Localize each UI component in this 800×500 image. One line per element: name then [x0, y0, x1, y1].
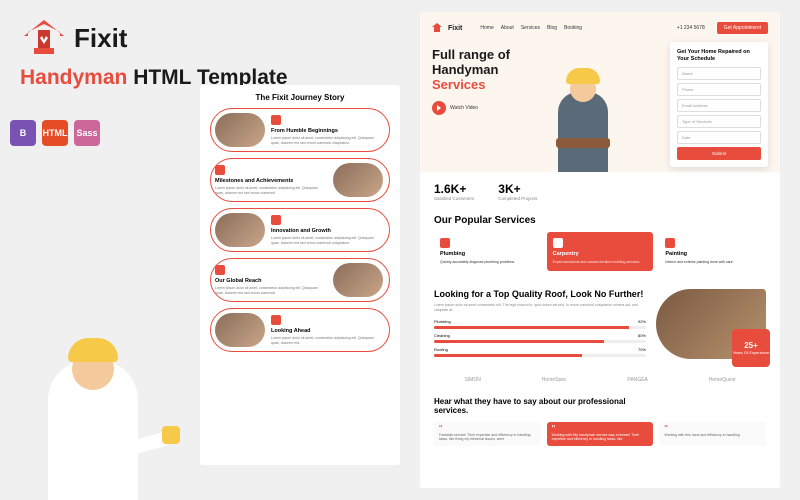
nav-logo-icon	[432, 23, 442, 33]
story-title: The Fixit Journey Story	[210, 93, 390, 102]
hero-title: Full range ofHandymanServices	[432, 48, 552, 93]
story-image	[215, 213, 265, 247]
skill-bar: Plumbing92%	[434, 319, 646, 329]
story-image	[215, 113, 265, 147]
story-card: Our Global ReachLorem ipsum dolor sit am…	[210, 258, 390, 302]
brand-name: Fixit	[74, 23, 127, 54]
nav-phone[interactable]: +1 234 5678	[677, 25, 705, 31]
hero-worker-image	[538, 52, 628, 172]
stats-row: 1.6K+Satisfied Customers 3K+Completed Pr…	[420, 172, 780, 211]
roof-section: Looking for a Top Quality Roof, Look No …	[420, 281, 780, 369]
story-icon	[271, 115, 281, 125]
story-image	[215, 313, 265, 347]
appointment-form: Get Your Home Repaired on Your Schedule …	[670, 42, 768, 167]
story-image	[333, 163, 383, 197]
nav-link[interactable]: Home	[480, 25, 493, 31]
story-icon	[271, 315, 281, 325]
stat: 3K+Completed Projects	[498, 182, 537, 201]
nav-brand[interactable]: Fixit	[448, 25, 462, 32]
testimonial-card[interactable]: "Working with this hand and efficiency i…	[659, 422, 766, 446]
story-icon	[215, 165, 225, 175]
submit-button[interactable]: Submit	[677, 147, 761, 160]
brand-logos: SIMON HomeSpec PANGEA HomeQuest	[420, 369, 780, 391]
homepage-preview: Fixit Home About Services Blog Booking +…	[420, 12, 780, 488]
roof-image-wrap: 25+Years Of Experience	[656, 289, 766, 361]
service-card[interactable]: PaintingInterior and exterior painting d…	[659, 232, 766, 271]
testimonial-card[interactable]: "Fantastic service! Their expertise and …	[434, 422, 541, 446]
roof-desc: Lorem ipsum dolor sit amet consectetur e…	[434, 303, 646, 313]
nav-link[interactable]: About	[501, 25, 514, 31]
plumbing-icon	[440, 238, 450, 248]
hero-section: Fixit Home About Services Blog Booking +…	[420, 12, 780, 172]
logo-icon	[20, 18, 68, 58]
roof-title: Looking for a Top Quality Roof, Look No …	[434, 289, 646, 299]
brand-logo: HomeQuest	[709, 377, 736, 383]
nav-link[interactable]: Services	[521, 25, 540, 31]
sass-badge: Sass	[74, 120, 100, 146]
bootstrap-badge: B	[10, 120, 36, 146]
top-nav: Fixit Home About Services Blog Booking +…	[432, 22, 768, 34]
form-title: Get Your Home Repaired on Your Schedule	[677, 49, 761, 62]
nav-links: Home About Services Blog Booking	[480, 25, 582, 31]
story-card: From Humble BeginningsLorem ipsum dolor …	[210, 108, 390, 152]
name-field[interactable]: Name	[677, 67, 761, 80]
experience-badge: 25+Years Of Experience	[732, 329, 770, 367]
story-card: Milestones and AchievementsLorem ipsum d…	[210, 158, 390, 202]
service-field[interactable]: Type of Services	[677, 115, 761, 128]
date-field[interactable]: Date	[677, 131, 761, 144]
testimonials-section: Hear what they have to say about our pro…	[420, 391, 780, 452]
story-preview-panel: The Fixit Journey Story From Humble Begi…	[200, 85, 400, 465]
hero-worker-illustration	[18, 300, 168, 500]
story-image	[333, 263, 383, 297]
story-icon	[215, 265, 225, 275]
testimonials-title: Hear what they have to say about our pro…	[434, 397, 634, 416]
skill-bar: Cleaning80%	[434, 333, 646, 343]
brand-logo: Fixit	[20, 18, 410, 58]
nav-cta-button[interactable]: Get Appointment	[717, 22, 768, 34]
service-card[interactable]: PlumbingQuickly accurately diagnose plum…	[434, 232, 541, 271]
services-title: Our Popular Services	[434, 215, 766, 226]
story-card: Innovation and GrowthLorem ipsum dolor s…	[210, 208, 390, 252]
carpentry-icon	[553, 238, 563, 248]
story-card: Looking AheadLorem ipsum dolor sit amet,…	[210, 308, 390, 352]
service-card[interactable]: CarpentryExpert woodwork and custom furn…	[547, 232, 654, 271]
brand-logo: PANGEA	[627, 377, 647, 383]
story-icon	[271, 215, 281, 225]
services-section: Our Popular Services PlumbingQuickly acc…	[420, 211, 780, 281]
phone-field[interactable]: Phone	[677, 83, 761, 96]
html-badge: HTML	[42, 120, 68, 146]
skill-bar: Roofing70%	[434, 347, 646, 357]
testimonial-card[interactable]: "Working with this handyman service was …	[547, 422, 654, 446]
nav-link[interactable]: Blog	[547, 25, 557, 31]
stat: 1.6K+Satisfied Customers	[434, 182, 474, 201]
tech-badges: B HTML Sass	[10, 120, 100, 146]
painting-icon	[665, 238, 675, 248]
nav-link[interactable]: Booking	[564, 25, 582, 31]
brand-logo: HomeSpec	[542, 377, 567, 383]
email-field[interactable]: Email Address	[677, 99, 761, 112]
brand-logo: SIMON	[464, 377, 480, 383]
play-icon	[432, 101, 446, 115]
